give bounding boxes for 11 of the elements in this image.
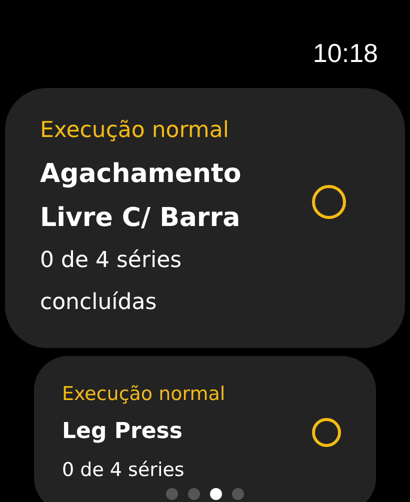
execution-mode: Execução normal [40, 117, 230, 145]
execution-mode: Execução normal [62, 382, 226, 407]
completion-checkbox[interactable] [312, 418, 341, 446]
sets-count-text: 0 de 4 séries [62, 458, 186, 483]
clock-time: 10:18 [312, 37, 379, 70]
exercise-name: Leg Press [62, 418, 184, 446]
exercise-name: Agachamento Livre C/ Barra [40, 158, 242, 235]
exercise-card[interactable]: Execução normal Leg Press 0 de 4 séries [34, 356, 376, 502]
exercise-card[interactable]: Execução normal Agachamento Livre C/ Barra 0 de 4 séries concluídas [5, 88, 405, 348]
completion-checkbox[interactable] [312, 185, 346, 219]
sets-count-text: 0 de 4 séries concluídas [40, 247, 183, 317]
